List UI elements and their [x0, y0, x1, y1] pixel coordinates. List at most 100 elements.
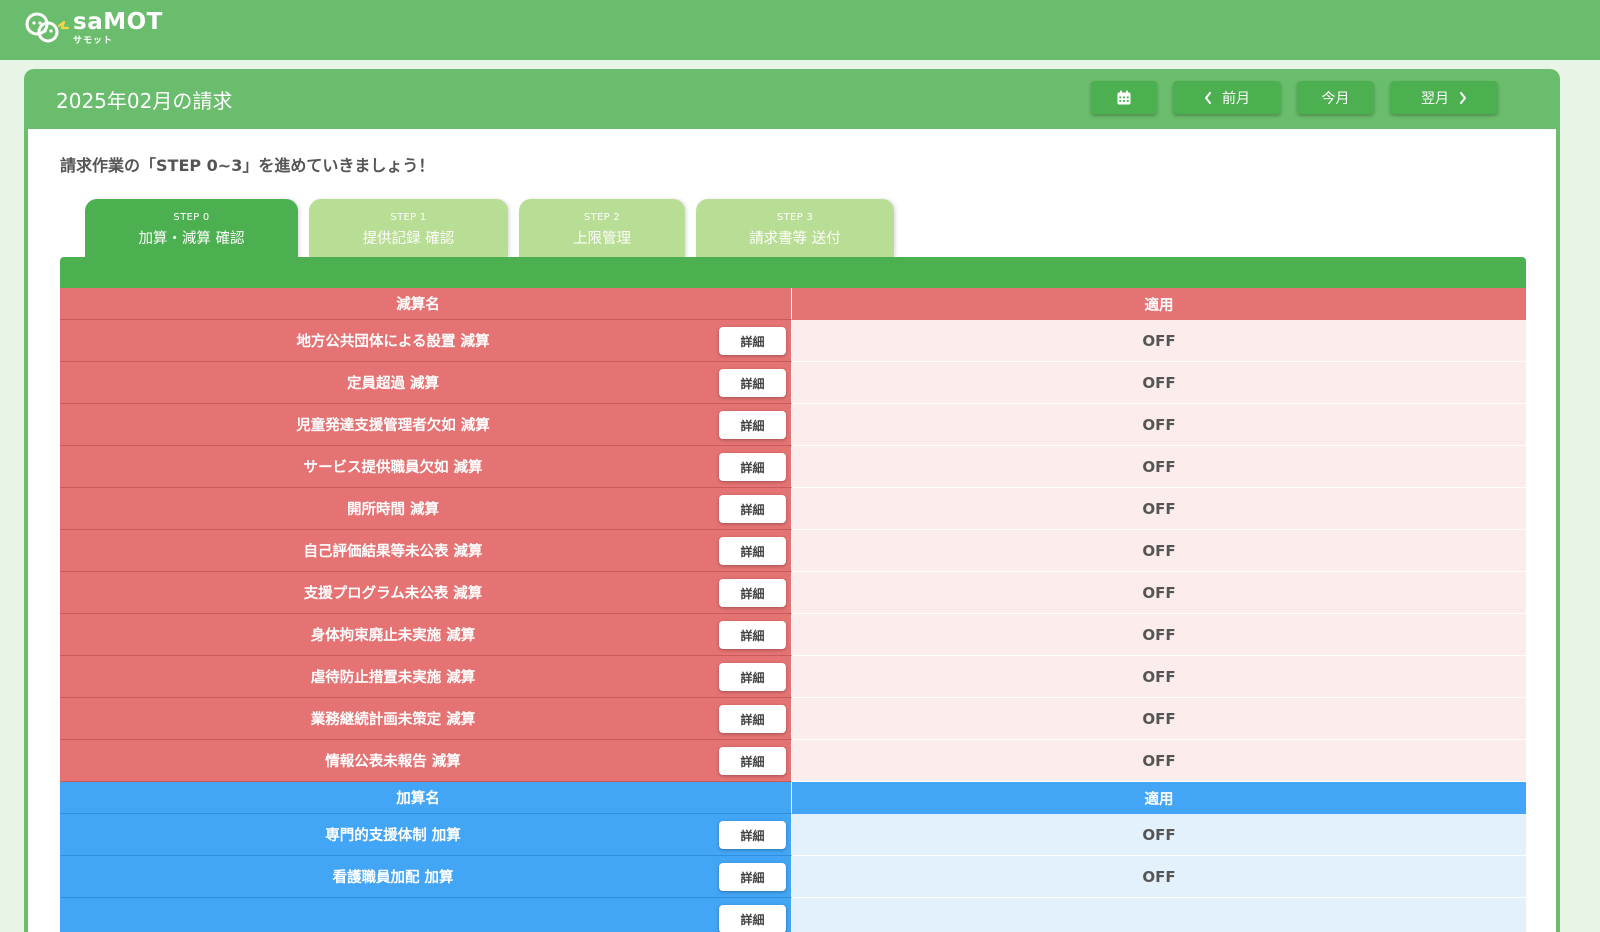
tab-step-number: STEP 1: [390, 212, 427, 223]
reduction-name-cell: 身体拘束廃止未実施 減算 詳細: [60, 614, 792, 656]
reduction-row: 虐待防止措置未実施 減算 詳細 OFF: [60, 656, 1526, 698]
addition-name: [60, 898, 726, 932]
reduction-name-cell: 虐待防止措置未実施 減算 詳細: [60, 656, 792, 698]
reduction-status[interactable]: OFF: [792, 362, 1526, 404]
tab-step-1[interactable]: STEP 1 提供記録 確認: [309, 199, 508, 257]
tab-label: 上限管理: [573, 231, 631, 247]
addition-name-header-cell: 加算名: [60, 782, 792, 814]
reduction-status[interactable]: OFF: [792, 404, 1526, 446]
intro-text: 請求作業の「STEP 0~3」を進めていきましょう！: [60, 156, 435, 175]
chevron-left-icon: [1205, 91, 1211, 104]
reduction-status[interactable]: OFF: [792, 488, 1526, 530]
reduction-name-cell: 自己評価結果等未公表 減算 詳細: [60, 530, 792, 572]
chevron-right-icon: [1460, 91, 1466, 104]
logo[interactable]: saMOT サモット: [24, 8, 164, 46]
tab-label: 請求書等 送付: [749, 231, 841, 247]
tab-step-number: STEP 0: [173, 212, 210, 223]
detail-button[interactable]: 詳細: [719, 821, 786, 849]
reduction-name: サービス提供職員欠如 減算: [303, 460, 483, 476]
detail-button[interactable]: 詳細: [719, 537, 786, 565]
addition-header-row: 加算名 適用: [60, 782, 1526, 814]
reduction-name: 自己評価結果等未公表 減算: [303, 544, 483, 560]
reduction-row: 業務継続計画未策定 減算 詳細 OFF: [60, 698, 1526, 740]
tab-step-0[interactable]: STEP 0 加算・減算 確認: [85, 199, 298, 257]
reduction-status[interactable]: OFF: [792, 698, 1526, 740]
reduction-row: 定員超過 減算 詳細 OFF: [60, 362, 1526, 404]
reduction-status[interactable]: OFF: [792, 740, 1526, 782]
addition-status[interactable]: OFF: [792, 856, 1526, 898]
billing-card: 2025年02月の請求 前月 今月 翌月 請求作業の「STEP 0~3」を進めて…: [24, 69, 1560, 932]
reduction-status[interactable]: OFF: [792, 572, 1526, 614]
reduction-row: 身体拘束廃止未実施 減算 詳細 OFF: [60, 614, 1526, 656]
reduction-row: 児童発達支援管理者欠如 減算 詳細 OFF: [60, 404, 1526, 446]
reduction-header-row: 減算名 適用: [60, 288, 1526, 320]
prev-month-button[interactable]: 前月: [1173, 81, 1281, 114]
detail-button[interactable]: 詳細: [719, 621, 786, 649]
detail-button[interactable]: 詳細: [719, 453, 786, 481]
reduction-status[interactable]: OFF: [792, 320, 1526, 362]
next-month-label: 翌月: [1421, 90, 1449, 107]
tab-content-bar: [60, 257, 1526, 288]
detail-button[interactable]: 詳細: [719, 905, 786, 932]
reduction-row: 支援プログラム未公表 減算 詳細 OFF: [60, 572, 1526, 614]
detail-button[interactable]: 詳細: [719, 705, 786, 733]
logo-mascot-icon: [25, 12, 70, 43]
detail-button[interactable]: 詳細: [719, 863, 786, 891]
reduction-name-cell: 情報公表未報告 減算 詳細: [60, 740, 792, 782]
reduction-status[interactable]: OFF: [792, 446, 1526, 488]
reduction-name: 情報公表未報告 減算: [325, 754, 461, 770]
reduction-row: 地方公共団体による設置 減算 詳細 OFF: [60, 320, 1526, 362]
detail-button[interactable]: 詳細: [719, 579, 786, 607]
addition-name-cell: 詳細: [60, 898, 792, 932]
detail-button[interactable]: 詳細: [719, 495, 786, 523]
reduction-name: 児童発達支援管理者欠如 減算: [296, 418, 490, 434]
reduction-name: 身体拘束廃止未実施 減算: [310, 628, 476, 644]
reduction-name-cell: 業務継続計画未策定 減算 詳細: [60, 698, 792, 740]
reduction-status[interactable]: OFF: [792, 656, 1526, 698]
reduction-name-header-cell: 減算名: [60, 288, 792, 320]
detail-button[interactable]: 詳細: [719, 369, 786, 397]
reduction-row: サービス提供職員欠如 減算 詳細 OFF: [60, 446, 1526, 488]
reduction-row: 自己評価結果等未公表 減算 詳細 OFF: [60, 530, 1526, 572]
reduction-name-cell: 開所時間 減算 詳細: [60, 488, 792, 530]
tab-step-2[interactable]: STEP 2 上限管理: [519, 199, 685, 257]
addition-status[interactable]: OFF: [792, 814, 1526, 856]
tab-label: 提供記録 確認: [362, 231, 455, 247]
addition-name: 看護職員加配 加算: [332, 870, 454, 886]
addition-apply-header: 適用: [792, 782, 1526, 814]
reduction-name-cell: 児童発達支援管理者欠如 減算 詳細: [60, 404, 792, 446]
next-month-button[interactable]: 翌月: [1390, 81, 1498, 114]
reduction-status[interactable]: OFF: [792, 530, 1526, 572]
reduction-apply-header: 適用: [792, 288, 1526, 320]
addition-name-header: 加算名: [396, 791, 440, 807]
detail-button[interactable]: 詳細: [719, 327, 786, 355]
calendar-button[interactable]: [1091, 81, 1157, 114]
reduction-name: 定員超過 減算: [346, 376, 440, 392]
tab-step-number: STEP 2: [583, 212, 621, 223]
tab-step-3[interactable]: STEP 3 請求書等 送付: [696, 199, 894, 257]
current-month-label: 今月: [1321, 90, 1350, 107]
addition-row: 看護職員加配 加算 詳細 OFF: [60, 856, 1526, 898]
reduction-name: 地方公共団体による設置 減算: [296, 334, 490, 350]
page-title: 2025年02月の請求: [56, 89, 233, 113]
reduction-name-cell: 支援プログラム未公表 減算 詳細: [60, 572, 792, 614]
detail-button[interactable]: 詳細: [719, 663, 786, 691]
addition-status[interactable]: [792, 898, 1526, 932]
reduction-row: 開所時間 減算 詳細 OFF: [60, 488, 1526, 530]
reduction-status[interactable]: OFF: [792, 614, 1526, 656]
prev-month-label: 前月: [1222, 90, 1250, 107]
reduction-name-cell: 地方公共団体による設置 減算 詳細: [60, 320, 792, 362]
detail-button[interactable]: 詳細: [719, 411, 786, 439]
reduction-name: 支援プログラム未公表 減算: [303, 586, 483, 602]
reduction-name-cell: 定員超過 減算 詳細: [60, 362, 792, 404]
addition-name-cell: 看護職員加配 加算 詳細: [60, 856, 792, 898]
current-month-button[interactable]: 今月: [1297, 81, 1374, 114]
detail-button[interactable]: 詳細: [719, 747, 786, 775]
reduction-name: 開所時間 減算: [346, 502, 440, 518]
tab-step-number: STEP 3: [776, 212, 814, 223]
addition-name: 専門的支援体制 加算: [325, 828, 461, 844]
calendar-icon: [1117, 90, 1131, 104]
tab-label: 加算・減算 確認: [138, 231, 245, 247]
reduction-name: 虐待防止措置未実施 減算: [310, 670, 476, 686]
addition-name-cell: 専門的支援体制 加算 詳細: [60, 814, 792, 856]
